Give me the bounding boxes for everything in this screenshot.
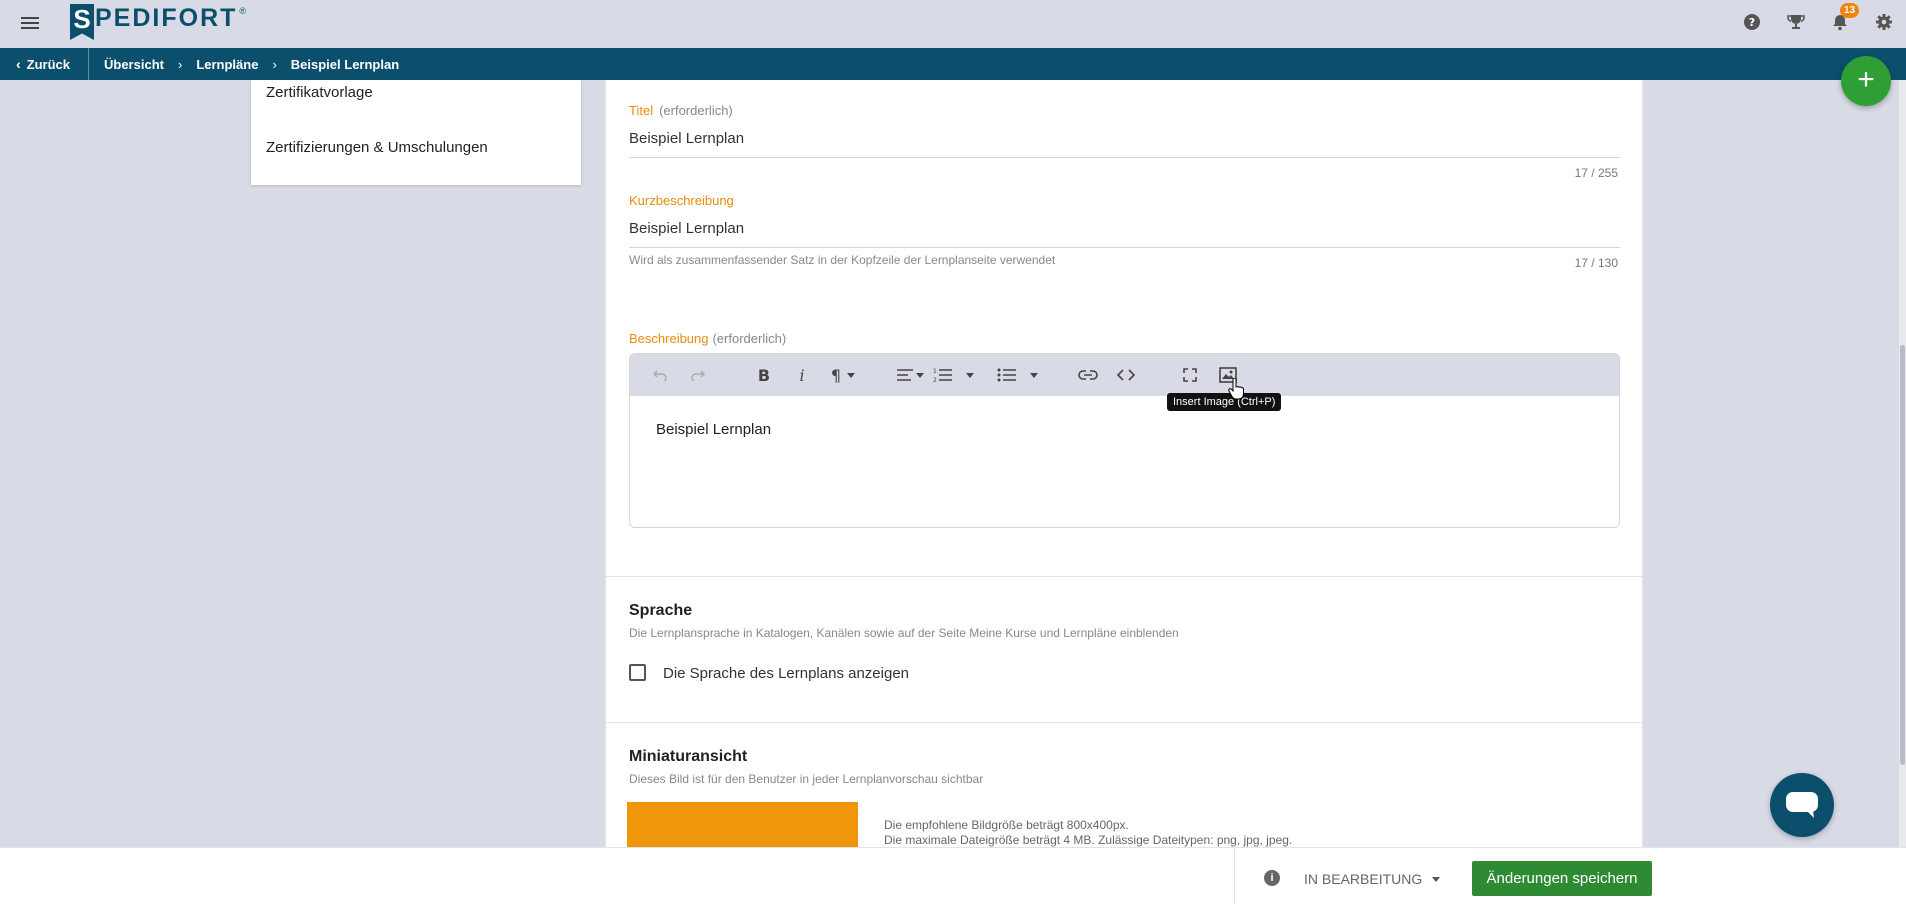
short-description-input[interactable]: Beispiel Lernplan: [629, 220, 744, 237]
status-dropdown[interactable]: IN BEARBEITUNG: [1304, 871, 1441, 887]
add-fab-button[interactable]: +: [1841, 56, 1891, 106]
short-description-hint: Wird als zusammenfassender Satz in der K…: [629, 253, 1056, 267]
numbered-list-icon[interactable]: 12: [931, 363, 955, 387]
chat-bubble-icon: [1786, 792, 1818, 818]
section-divider: [606, 576, 1642, 577]
align-icon[interactable]: [893, 363, 917, 387]
paragraph-dropdown-caret[interactable]: [846, 363, 856, 387]
redo-icon[interactable]: [686, 363, 710, 387]
rich-text-editor: B i ¶ 12 Beispiel Lernplan: [629, 353, 1620, 528]
required-tag: (erforderlich): [712, 331, 787, 346]
language-section-title: Sprache: [629, 602, 693, 619]
bold-icon[interactable]: B: [752, 363, 776, 387]
bullet-list-icon[interactable]: [995, 363, 1019, 387]
bottom-bar-divider: [1234, 848, 1235, 904]
breadcrumb-bar: ‹ Zurück Übersicht › Lernpläne › Beispie…: [0, 48, 1906, 80]
breadcrumb-item-overview[interactable]: Übersicht: [104, 57, 164, 72]
hand-cursor-icon: [1228, 378, 1244, 400]
notifications-icon[interactable]: 13: [1830, 3, 1860, 32]
thumbnail-size-info: Die empfohlene Bildgröße beträgt 800x400…: [884, 818, 1129, 832]
description-label-text: Beschreibung: [629, 331, 709, 346]
short-description-underline: [629, 247, 1620, 248]
description-label: Beschreibung (erforderlich): [629, 331, 786, 346]
logo[interactable]: S PEDIFORT ®: [70, 4, 246, 42]
top-header: S PEDIFORT ® ? 13: [0, 0, 1906, 48]
numbered-list-dropdown-caret[interactable]: [965, 363, 975, 387]
breadcrumb-divider: [88, 48, 89, 80]
status-label: IN BEARBEITUNG: [1304, 871, 1423, 887]
chevron-right-icon: ›: [272, 56, 277, 72]
logo-registered-mark: ®: [239, 6, 247, 16]
title-label: Titel (erforderlich): [629, 103, 733, 118]
logo-text: PEDIFORT: [95, 4, 238, 32]
editor-content[interactable]: Beispiel Lernplan: [656, 421, 771, 438]
save-changes-button[interactable]: Änderungen speichern: [1472, 861, 1652, 896]
show-language-checkbox[interactable]: [629, 664, 646, 681]
nav-item-certificate-template[interactable]: Zertifikatvorlage: [266, 84, 373, 101]
thumbnail-section-title: Miniaturansicht: [629, 748, 748, 765]
back-label: Zurück: [26, 56, 71, 72]
code-view-icon[interactable]: [1114, 363, 1138, 387]
menu-icon[interactable]: [19, 14, 41, 32]
main-form-panel: Titel (erforderlich) Beispiel Lernplan 17…: [605, 80, 1643, 847]
breadcrumb-item-current: Beispiel Lernplan: [290, 56, 400, 72]
section-divider: [606, 722, 1642, 723]
scrollbar-thumb[interactable]: [1900, 345, 1905, 765]
bullet-list-dropdown-caret[interactable]: [1029, 363, 1039, 387]
paragraph-icon[interactable]: ¶: [824, 363, 848, 387]
breadcrumb: Übersicht › Lernpläne › Beispiel Lernpla…: [104, 48, 399, 80]
title-input[interactable]: Beispiel Lernplan: [629, 130, 744, 147]
settings-gear-icon[interactable]: [1874, 12, 1894, 32]
thumbnail-section-description: Dieses Bild ist für den Benutzer in jede…: [629, 772, 984, 786]
nav-item-certifications[interactable]: Zertifizierungen & Umschulungen: [266, 139, 488, 156]
back-button[interactable]: ‹ Zurück: [16, 48, 70, 80]
thumbnail-preview[interactable]: [627, 802, 858, 847]
required-tag: (erforderlich): [659, 103, 733, 118]
link-icon[interactable]: [1076, 363, 1100, 387]
section-nav: Zertifikatvorlage Zertifizierungen & Ums…: [251, 80, 581, 185]
svg-text:2: 2: [933, 377, 937, 383]
align-dropdown-caret[interactable]: [915, 363, 925, 387]
trophy-icon[interactable]: [1786, 12, 1806, 32]
breadcrumb-item-learning-plans[interactable]: Lernpläne: [196, 57, 258, 72]
header-actions: ? 13: [1730, 0, 1906, 44]
short-description-char-counter: 17 / 130: [1574, 256, 1618, 270]
thumbnail-limits-info: Die maximale Dateigröße beträgt 4 MB. Zu…: [884, 833, 1293, 847]
show-language-label[interactable]: Die Sprache des Lernplans anzeigen: [663, 665, 909, 682]
italic-icon[interactable]: i: [790, 363, 814, 387]
insert-image-tooltip: Insert Image (Ctrl+P): [1167, 393, 1282, 411]
title-label-text: Titel: [629, 103, 654, 118]
notification-badge: 13: [1840, 3, 1860, 18]
chevron-left-icon: ‹: [16, 56, 21, 72]
undo-icon[interactable]: [648, 363, 672, 387]
logo-badge: S: [70, 4, 94, 40]
fullscreen-icon[interactable]: [1178, 363, 1202, 387]
chat-button[interactable]: [1770, 773, 1834, 837]
title-underline: [629, 157, 1620, 158]
bottom-action-bar: i IN BEARBEITUNG Änderungen speichern: [0, 847, 1906, 904]
chevron-down-icon: [1432, 876, 1441, 882]
info-icon[interactable]: i: [1264, 870, 1280, 886]
chevron-right-icon: ›: [177, 56, 183, 72]
svg-text:1: 1: [933, 368, 937, 375]
editor-toolbar: B i ¶ 12: [630, 354, 1619, 396]
short-description-label: Kurzbeschreibung: [629, 193, 734, 208]
language-section-description: Die Lernplansprache in Katalogen, Kanäle…: [629, 626, 1179, 640]
help-icon[interactable]: ?: [1742, 12, 1762, 32]
title-char-counter: 17 / 255: [1574, 166, 1618, 180]
svg-text:?: ?: [1749, 16, 1755, 29]
